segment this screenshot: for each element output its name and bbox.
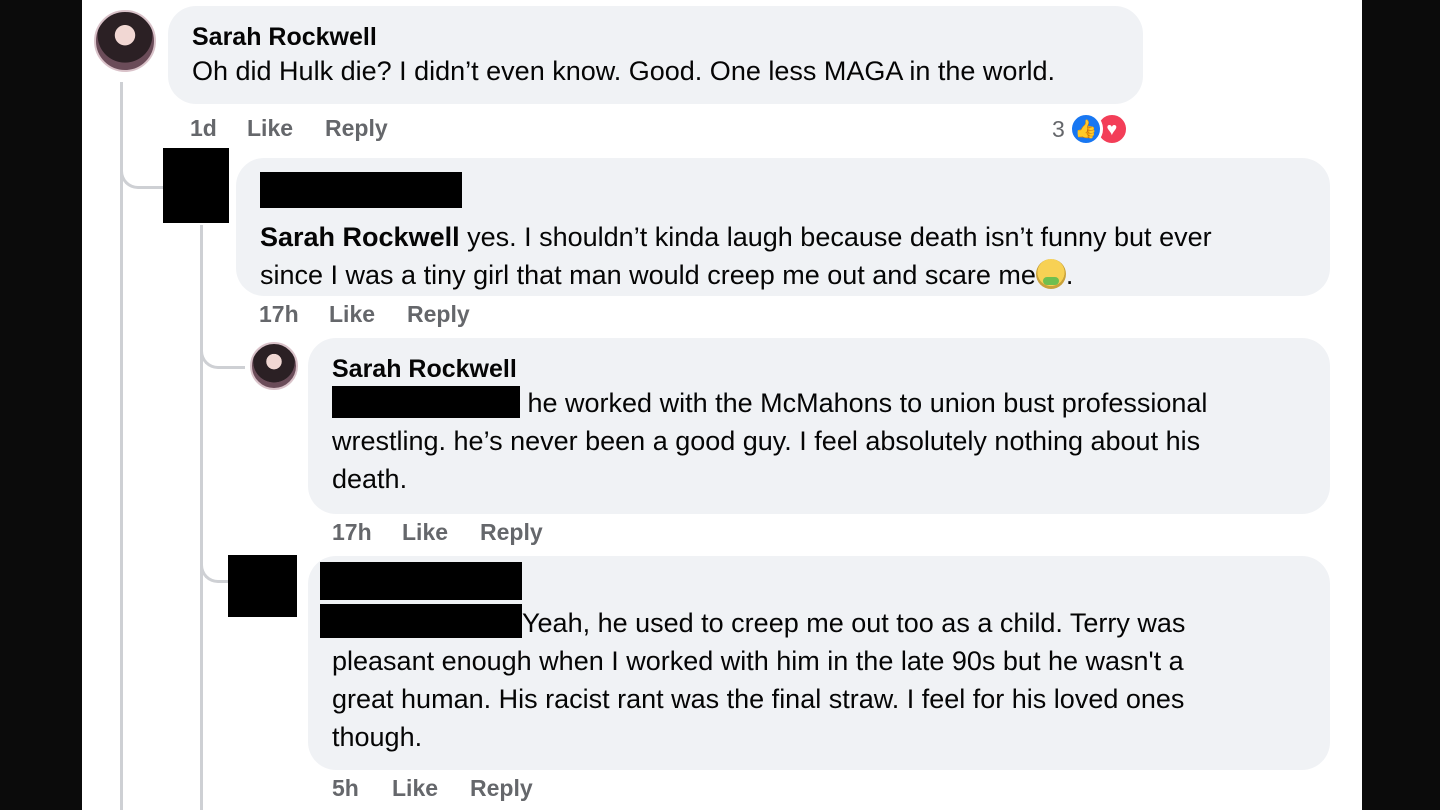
mention-link[interactable]: Sarah Rockwell: [260, 222, 460, 252]
comment-bubble: Sarah Rockwell yes. I shouldn’t kinda la…: [236, 158, 1330, 296]
reaction-count: 3: [1052, 115, 1065, 142]
comment-text: Oh did Hulk die? I didn’t even know. Goo…: [192, 56, 1055, 86]
like-button[interactable]: Like: [402, 519, 480, 546]
timestamp[interactable]: 5h: [332, 775, 392, 802]
comment-text: Sarah Rockwell yes. I shouldn’t kinda la…: [260, 222, 1212, 290]
timestamp[interactable]: 1d: [190, 115, 247, 142]
thread-connector-1: [120, 150, 165, 189]
redacted-mention: [320, 604, 522, 638]
reply-button[interactable]: Reply: [325, 115, 388, 142]
redacted-mention: [332, 386, 520, 418]
reply-button[interactable]: Reply: [480, 519, 543, 546]
comment-bubble: Sarah Rockwell Oh did Hulk die? I didn’t…: [168, 6, 1143, 104]
left-letterbox: [0, 0, 82, 810]
like-button[interactable]: Like: [392, 775, 470, 802]
reply-button[interactable]: Reply: [407, 301, 470, 328]
comment-actions: 5h Like Reply: [332, 775, 533, 802]
avatar[interactable]: [250, 342, 298, 390]
right-letterbox: [1362, 0, 1440, 810]
thumbs-up-icon: 👍: [1068, 112, 1103, 146]
avatar[interactable]: [94, 10, 156, 72]
timestamp[interactable]: 17h: [332, 519, 402, 546]
comment-thread: Sarah Rockwell Oh did Hulk die? I didn’t…: [82, 0, 1362, 810]
comment-actions: 17h Like Reply: [259, 301, 470, 328]
comment-bubble: Yeah, he used to creep me out too as a c…: [308, 556, 1330, 770]
comment-actions: 1d Like Reply: [190, 115, 388, 142]
redacted-author-name: [260, 172, 462, 208]
redacted-avatar: [163, 148, 229, 223]
reply-button[interactable]: Reply: [470, 775, 533, 802]
comment-text: he worked with the McMahons to union bus…: [332, 386, 1208, 494]
comment-author[interactable]: Sarah Rockwell: [332, 354, 1306, 384]
thread-connector-2: [200, 330, 245, 369]
like-button[interactable]: Like: [329, 301, 407, 328]
comment-bubble: Sarah Rockwell he worked with the McMaho…: [308, 338, 1330, 514]
reaction-summary[interactable]: 3 👍 ♥: [1052, 112, 1129, 146]
redacted-avatar: [228, 555, 297, 617]
comment-actions: 17h Like Reply: [332, 519, 543, 546]
like-button[interactable]: Like: [247, 115, 325, 142]
comment-text: Yeah, he used to creep me out too as a c…: [320, 604, 1306, 756]
comment-author[interactable]: Sarah Rockwell: [192, 22, 1119, 52]
timestamp[interactable]: 17h: [259, 301, 329, 328]
redacted-author-name: [320, 562, 522, 600]
thread-line-main: [120, 82, 123, 810]
thread-line-reply: [200, 225, 203, 810]
nauseated-face-emoji: [1035, 259, 1066, 289]
